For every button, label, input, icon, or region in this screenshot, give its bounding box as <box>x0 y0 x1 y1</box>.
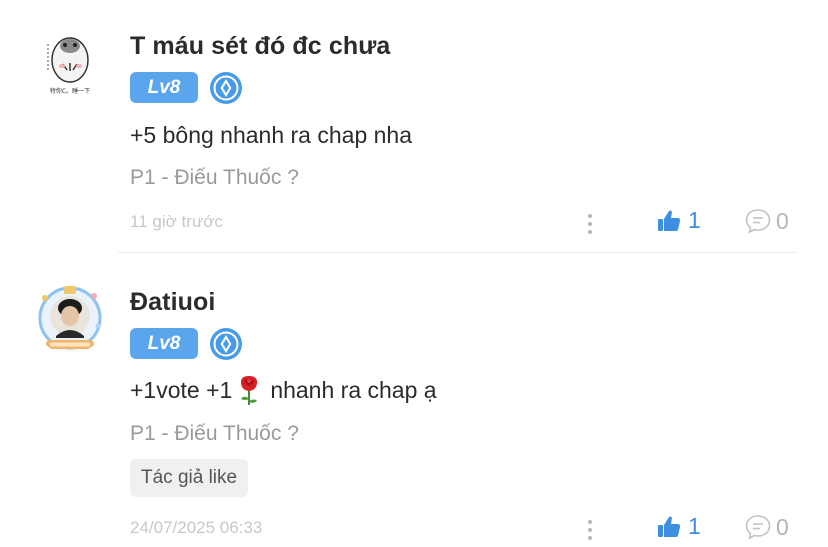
like-count: 1 <box>688 513 701 539</box>
reply-count: 0 <box>776 513 789 540</box>
chapter-link[interactable]: P1 - Điếu Thuốc ? <box>130 166 299 190</box>
author-like-tag: Tác giả like <box>130 459 249 497</box>
reply-button[interactable]: 0 <box>744 207 789 235</box>
svg-text:特你C。睡一下: 特你C。睡一下 <box>50 87 90 95</box>
timestamp: 24/07/2025 06:33 <box>130 518 263 537</box>
chapter-link[interactable]: P1 - Điếu Thuốc ? <box>130 422 299 446</box>
more-options-icon[interactable] <box>582 517 598 543</box>
user-photo-icon <box>34 282 106 354</box>
rank-badge-icon <box>209 327 243 361</box>
comment-text-before: +1vote +1 <box>130 376 233 403</box>
username[interactable]: Đatiuoi <box>130 288 215 317</box>
avatar[interactable] <box>34 282 106 354</box>
comment-text: +5 bông nhanh ra chap nha <box>130 122 412 148</box>
like-button[interactable]: 1 <box>656 207 701 234</box>
level-badge: Lv8 <box>130 328 198 359</box>
like-button[interactable]: 1 <box>656 513 701 540</box>
rank-badge-icon <box>209 71 243 105</box>
thumbs-up-icon <box>658 209 681 231</box>
reply-count: 0 <box>776 207 789 234</box>
meme-face-icon: 特你C。睡一下 <box>34 30 106 102</box>
level-badge: Lv8 <box>130 72 198 103</box>
comment-bubble-icon <box>745 209 771 234</box>
comment-item: 特你C。睡一下 T máu sét đó đc chưa Lv8 +5 bông… <box>0 0 828 254</box>
comment-text-after: nhanh ra chap ạ <box>270 376 437 403</box>
rose-icon <box>236 374 262 406</box>
more-options-icon[interactable] <box>582 211 598 237</box>
reply-button[interactable]: 0 <box>744 513 789 541</box>
like-count: 1 <box>688 207 701 233</box>
comment-item: Đatiuoi Lv8 +1vote +1 nhanh ra chap ạ P1… <box>0 254 828 547</box>
thumbs-up-icon <box>658 515 681 537</box>
timestamp: 11 giờ trước <box>130 212 223 231</box>
avatar[interactable]: 特你C。睡一下 <box>34 30 106 102</box>
comment-text: +1vote +1 nhanh ra chap ạ <box>130 374 437 406</box>
divider <box>118 252 796 253</box>
username[interactable]: T máu sét đó đc chưa <box>130 32 390 61</box>
comment-bubble-icon <box>745 515 771 540</box>
